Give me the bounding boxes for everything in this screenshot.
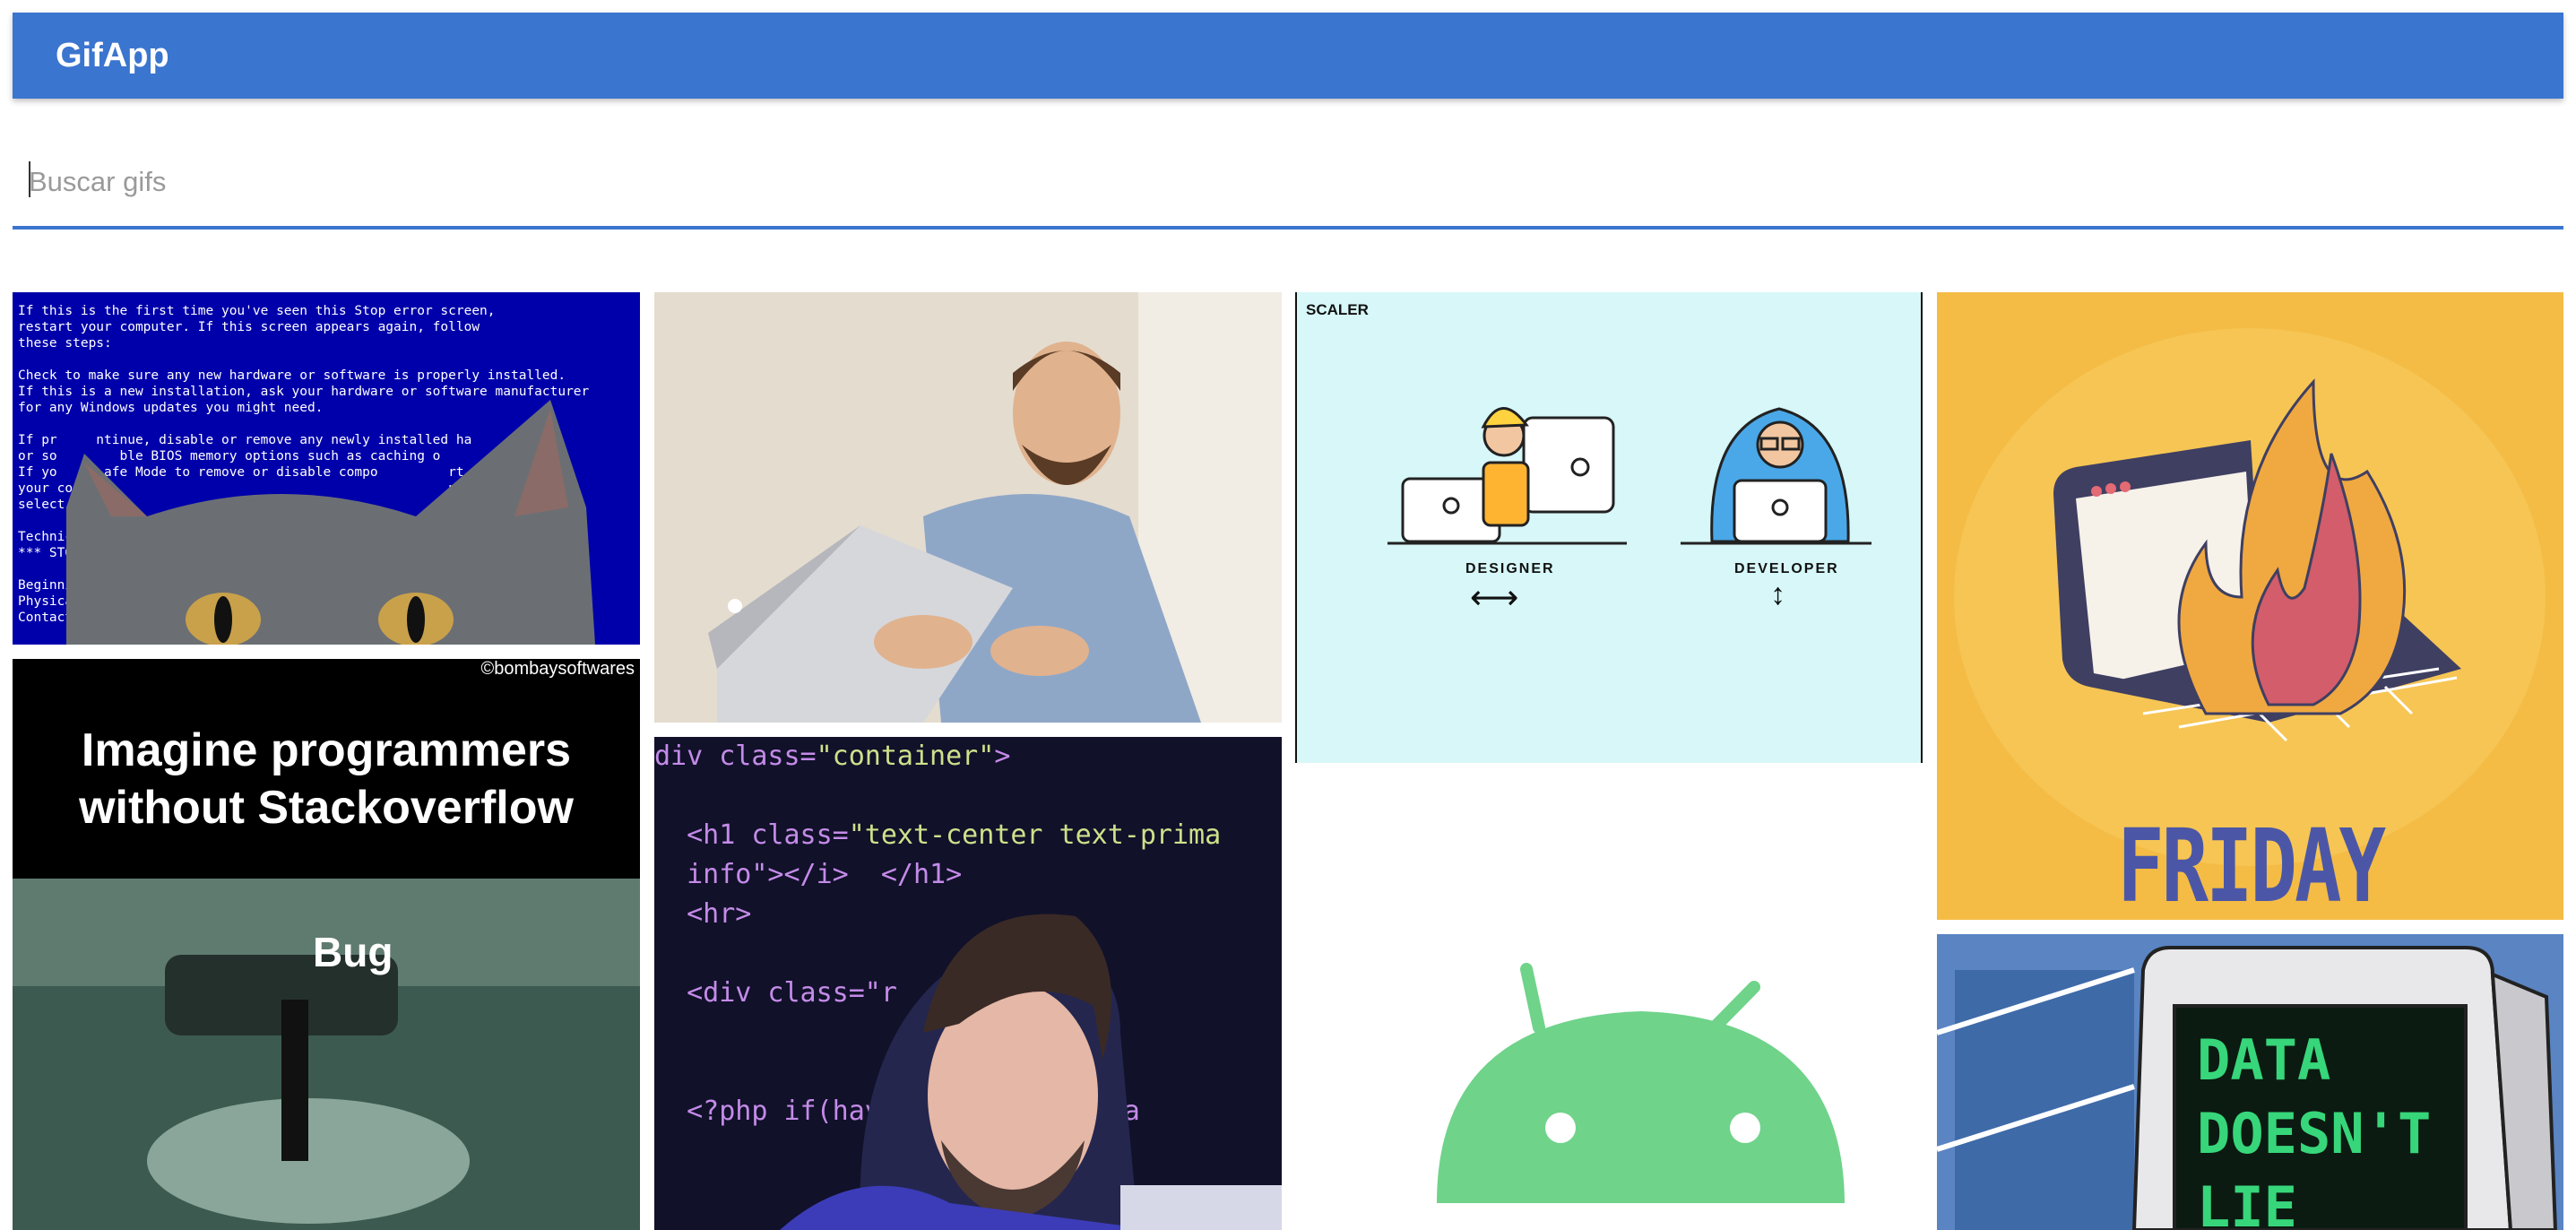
search-field[interactable] xyxy=(13,143,2563,230)
app-bar: GifApp xyxy=(13,13,2563,99)
horizontal-arrow-icon: ⟷ xyxy=(1470,579,1519,617)
gif-card-data-doesnt-lie[interactable]: DATA DOESN'T LIE xyxy=(1937,934,2563,1230)
gif-card-excited-laptop-man[interactable] xyxy=(654,292,1282,723)
gif-card-bsod-cat[interactable]: If this is the first time you've seen th… xyxy=(13,292,640,645)
bug-label: Bug xyxy=(313,929,393,975)
meme-headline: Imagine programmers without Stackoverflo… xyxy=(13,722,640,836)
search-input[interactable] xyxy=(27,161,2540,203)
meme-headline-line1: Imagine programmers xyxy=(81,724,572,776)
designer-developer-illustration xyxy=(1295,292,1923,763)
text-caret xyxy=(29,161,30,197)
app-title: GifApp xyxy=(56,37,169,74)
gif-card-designer-vs-developer[interactable]: SCALER DESIGNER DEVELOPER ⟷ ↕ xyxy=(1295,292,1923,763)
cat-illustration xyxy=(66,400,595,645)
developer-illustration xyxy=(780,914,1282,1230)
gif-card-code-developer[interactable]: div class="container"> <h1 class="text-c… xyxy=(654,737,1282,1230)
data-screen-text: DATA DOESN'T LIE xyxy=(2197,1027,2432,1230)
excited-man-illustration xyxy=(654,292,1282,723)
gif-card-android-logo[interactable] xyxy=(1295,776,1923,1230)
designer-label: DESIGNER xyxy=(1465,561,1555,576)
friday-deploy-caption: FRIDAY DEPLOY xyxy=(2117,809,2386,920)
gif-card-stackoverflow-meme[interactable]: ©bombaysoftwares Imagine programmers wit… xyxy=(13,659,640,1230)
vertical-arrow-icon: ↕ xyxy=(1770,577,1785,611)
meme-credit: ©bombaysoftwares xyxy=(480,659,635,679)
gif-card-friday-deploy[interactable]: FRIDAY DEPLOY xyxy=(1937,292,2563,920)
meme-headline-line2: without Stackoverflow xyxy=(79,782,574,834)
developer-label: DEVELOPER xyxy=(1734,561,1839,576)
android-logo-icon xyxy=(1437,963,1845,1203)
